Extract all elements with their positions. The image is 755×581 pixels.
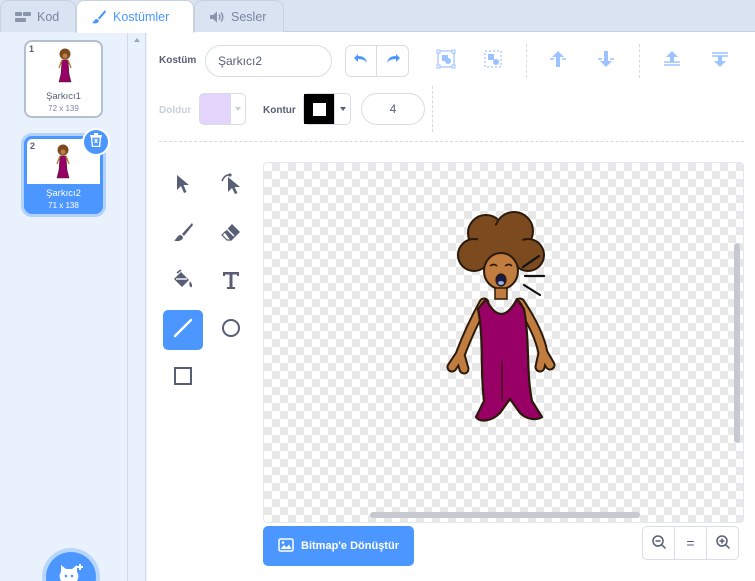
- fill-swatch: [200, 94, 231, 124]
- canvas-horizontal-scrollbar[interactable]: [370, 512, 640, 518]
- rectangle-tool[interactable]: [163, 358, 203, 398]
- outline-label: Kontur: [263, 105, 296, 116]
- costume-name: Şarkıcı1: [46, 91, 81, 102]
- outline-swatch: [304, 94, 336, 124]
- arrow-down-icon: [596, 50, 616, 73]
- zoom-out-button[interactable]: [643, 527, 674, 559]
- costume-number: 2: [30, 141, 36, 151]
- outline-color-button[interactable]: [303, 93, 351, 125]
- paint-editor: Kostüm Doldur Kontur: [147, 32, 755, 581]
- undo-icon: [353, 52, 369, 70]
- costume-thumbnail: [58, 48, 72, 83]
- select-tool[interactable]: [163, 166, 203, 206]
- eraser-tool[interactable]: [211, 214, 251, 254]
- image-icon: [278, 537, 294, 555]
- cat-plus-icon: [58, 563, 84, 581]
- costume-name-input[interactable]: [205, 45, 332, 77]
- send-to-back-icon: [710, 50, 730, 73]
- arrow-up-icon: [548, 50, 568, 73]
- outline-dropdown[interactable]: [335, 94, 350, 124]
- paint-bucket-icon: [172, 268, 194, 296]
- tab-code-label: Kod: [37, 9, 60, 24]
- convert-label: Bitmap'e Dönüştür: [301, 540, 399, 552]
- brush-icon: [172, 221, 194, 248]
- fill-tool[interactable]: [163, 262, 203, 302]
- tab-sounds-label: Sesler: [231, 9, 267, 24]
- costume-item-1[interactable]: 1 Şarkıcı1 72 x 139: [24, 40, 103, 118]
- zoom-out-icon: [651, 534, 667, 553]
- brush-icon: [91, 9, 107, 25]
- tab-code[interactable]: Kod: [0, 0, 76, 32]
- backward-button[interactable]: [592, 47, 620, 75]
- group-icon: [436, 49, 456, 74]
- costume-number: 1: [29, 44, 35, 54]
- redo-icon: [385, 52, 401, 70]
- brush-tool[interactable]: [163, 214, 203, 254]
- costume-label: Kostüm: [159, 55, 197, 66]
- eraser-icon: [220, 222, 242, 247]
- delete-costume-button[interactable]: [82, 128, 110, 156]
- redo-button[interactable]: [377, 46, 408, 76]
- singer-costume-drawing[interactable]: [440, 211, 570, 456]
- code-icon: [15, 11, 31, 23]
- drawing-canvas[interactable]: [263, 162, 744, 523]
- front-button[interactable]: [658, 47, 686, 75]
- trash-icon: [90, 132, 102, 152]
- canvas-vertical-scrollbar[interactable]: [734, 243, 740, 443]
- costume-list: 1 Şarkıcı1 72 x 139 2 Şarkıcı2 71 x 138: [0, 32, 128, 581]
- fill-color-button[interactable]: [199, 93, 246, 125]
- costume-size: 72 x 139: [48, 104, 79, 113]
- costume-list-scrollbar[interactable]: [128, 32, 146, 581]
- costume-name: Şarkıcı2: [46, 188, 81, 199]
- undo-redo-group: [345, 45, 409, 77]
- back-button[interactable]: [706, 47, 734, 75]
- line-tool[interactable]: [163, 310, 203, 350]
- fill-dropdown[interactable]: [231, 94, 245, 124]
- bring-to-front-icon: [662, 50, 682, 73]
- rectangle-icon: [172, 365, 194, 392]
- zoom-in-icon: [715, 534, 731, 553]
- chevron-down-icon: [339, 107, 346, 111]
- ungroup-icon: [483, 49, 503, 74]
- zoom-reset-button[interactable]: =: [674, 527, 706, 559]
- select-arrow-icon: [174, 174, 192, 199]
- zoom-in-button[interactable]: [706, 527, 738, 559]
- tab-costumes-label: Kostümler: [113, 10, 170, 24]
- fill-label: Doldur: [159, 105, 192, 116]
- chevron-down-icon: [234, 107, 241, 111]
- scroll-up-arrow[interactable]: [134, 38, 140, 42]
- group-button[interactable]: [432, 47, 460, 75]
- text-t-icon: [221, 270, 241, 295]
- text-tool[interactable]: [211, 262, 251, 302]
- convert-to-bitmap-button[interactable]: Bitmap'e Dönüştür: [263, 526, 414, 566]
- line-icon: [172, 317, 194, 344]
- reshape-tool[interactable]: [211, 166, 251, 206]
- zoom-controls: =: [642, 526, 739, 560]
- add-costume-button[interactable]: [46, 552, 96, 581]
- costume-size: 71 x 138: [48, 201, 79, 210]
- circle-tool[interactable]: [211, 310, 251, 350]
- ungroup-button[interactable]: [479, 47, 507, 75]
- costume-thumbnail: [56, 144, 70, 179]
- circle-icon: [220, 317, 242, 344]
- undo-button[interactable]: [346, 46, 378, 76]
- reshape-icon: [221, 172, 241, 200]
- outline-width-input[interactable]: [361, 93, 425, 125]
- editor-tabs: Kod Kostümler Sesler: [0, 0, 755, 33]
- speaker-icon: [209, 10, 225, 24]
- tab-sounds[interactable]: Sesler: [194, 0, 284, 32]
- forward-button[interactable]: [544, 47, 572, 75]
- tab-costumes[interactable]: Kostümler: [76, 0, 194, 33]
